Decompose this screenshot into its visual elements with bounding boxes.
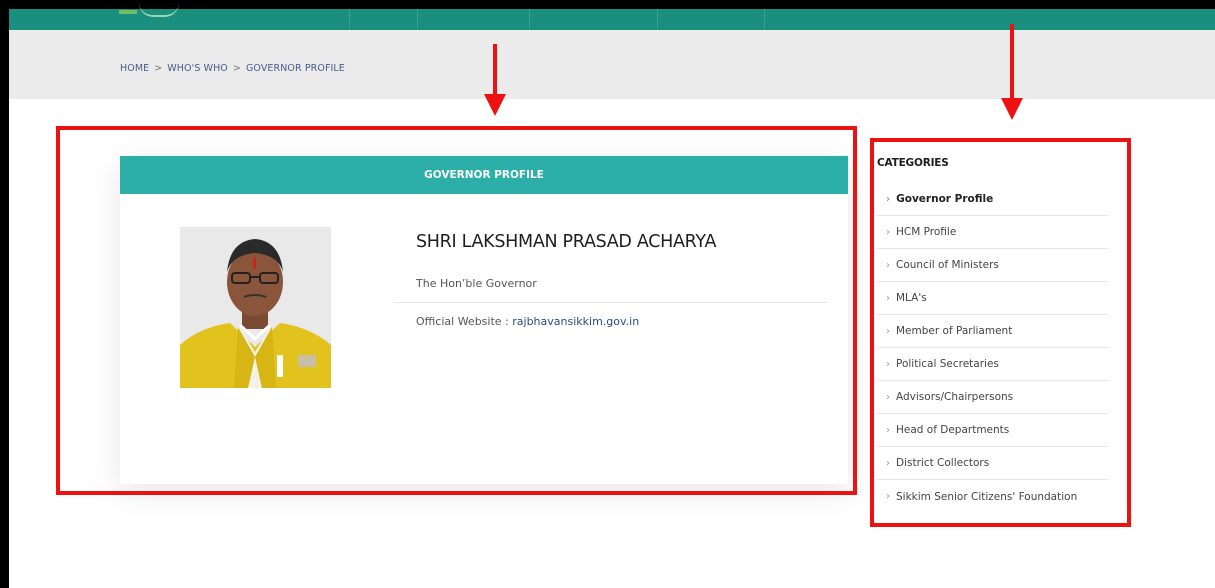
- top-nav-bar: [9, 9, 1215, 30]
- breadcrumb-current: GOVERNOR PROFILE: [245, 63, 345, 74]
- nav-separator: [764, 9, 765, 30]
- annotation-arrow-shaft: [1010, 24, 1014, 102]
- site-logo-text-fragment: [119, 10, 137, 14]
- breadcrumb-separator: >: [154, 63, 163, 74]
- annotation-arrow-shaft: [493, 44, 497, 99]
- annotation-box-categories: [870, 138, 1131, 527]
- annotation-arrow-down-icon: [1001, 98, 1023, 120]
- site-logo-emblem[interactable]: [139, 3, 179, 17]
- breadcrumb-home[interactable]: HOME: [120, 63, 149, 74]
- nav-separator: [349, 9, 350, 30]
- nav-separator: [417, 9, 418, 30]
- annotation-box-profile: [56, 126, 857, 495]
- screenshot-frame-top: [0, 0, 1215, 9]
- breadcrumb-whos-who[interactable]: WHO'S WHO: [167, 63, 228, 74]
- screenshot-frame-left: [0, 0, 9, 588]
- annotation-arrow-down-icon: [484, 94, 506, 116]
- breadcrumb-separator: >: [232, 63, 241, 74]
- breadcrumb: HOME > WHO'S WHO > GOVERNOR PROFILE: [120, 63, 345, 74]
- nav-separator: [657, 9, 658, 30]
- breadcrumb-band: HOME > WHO'S WHO > GOVERNOR PROFILE: [9, 30, 1215, 99]
- nav-separator: [529, 9, 530, 30]
